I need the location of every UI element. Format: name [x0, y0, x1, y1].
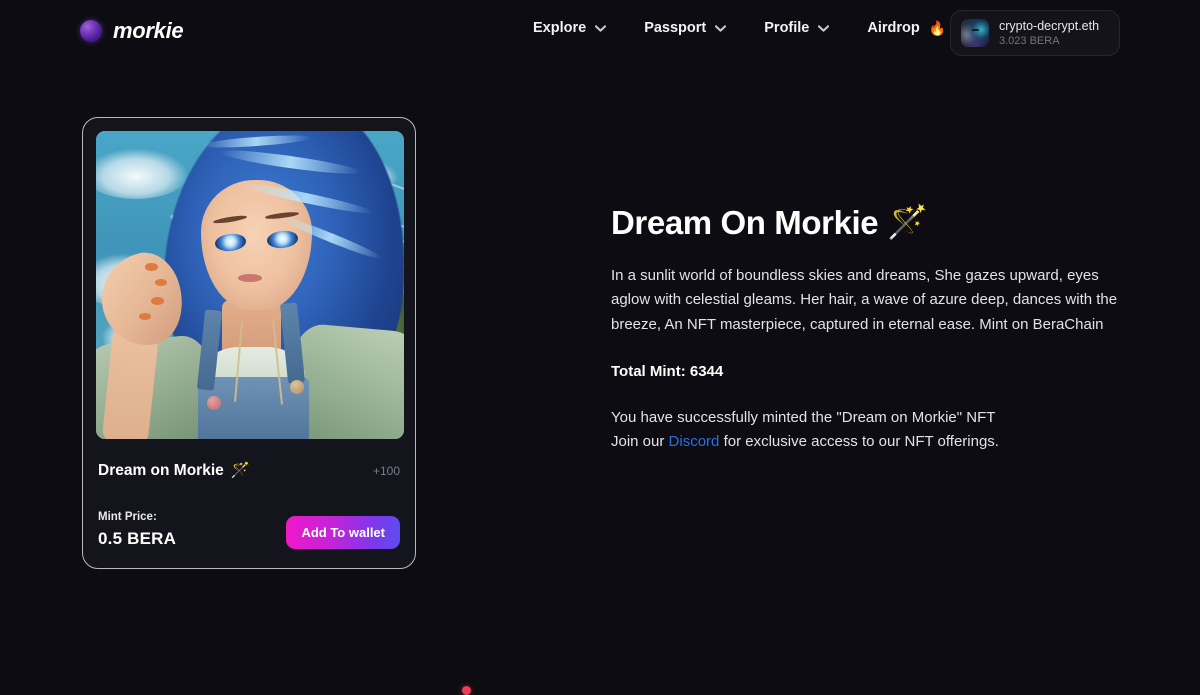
card-title: Dream on Morkie 🪄 [98, 461, 250, 480]
main-nav: Explore Passport Profile Airdrop 🔥 [533, 20, 967, 36]
nft-detail-pane: Dream On Morkie 🪄 In a sunlit world of b… [611, 203, 1141, 454]
mint-success-line: You have successfully minted the "Dream … [611, 408, 996, 426]
page-title-label: Dream On Morkie [611, 203, 879, 241]
magic-wand-icon: 🪄 [230, 462, 251, 479]
discord-invite-line: Join our Discord for exclusive access to… [611, 430, 1141, 454]
discord-link[interactable]: Discord [669, 433, 720, 450]
nav-item-explore[interactable]: Explore [533, 20, 607, 36]
nav-item-explore-label: Explore [533, 20, 587, 36]
mint-price-group: Mint Price: 0.5 BERA [98, 511, 176, 549]
total-mint-line: Total Mint: 6344 [611, 362, 724, 380]
add-to-wallet-button[interactable]: Add To wallet [286, 516, 400, 549]
mint-price-value: 0.5 BERA [98, 529, 177, 548]
wallet-text-group: crypto-decrypt.eth 3.023 BERA [999, 19, 1099, 47]
chevron-down-icon [595, 24, 607, 32]
card-title-row: Dream on Morkie 🪄 +100 [96, 461, 402, 480]
card-points-badge: +100 [372, 463, 400, 478]
nav-item-profile[interactable]: Profile [764, 20, 830, 36]
nft-artwork-image [96, 131, 404, 439]
brand-logo[interactable]: morkie [80, 18, 184, 44]
chevron-down-icon [818, 24, 830, 32]
nft-card[interactable]: Dream on Morkie 🪄 +100 Mint Price: 0.5 B… [82, 117, 416, 569]
artwork-fingernail [145, 263, 158, 271]
magic-wand-icon: 🪄 [887, 203, 928, 240]
mint-price-label: Mint Price: [98, 511, 157, 523]
chevron-down-icon [715, 24, 727, 32]
brand-name-label: morkie [113, 18, 184, 43]
nav-item-profile-label: Profile [764, 20, 810, 36]
morkie-orb-icon [80, 20, 102, 42]
nav-item-passport[interactable]: Passport [644, 20, 727, 36]
artwork-fingernail [151, 297, 164, 305]
artwork-fingernail [154, 278, 167, 287]
avatar-image [961, 19, 989, 47]
wallet-address-label: crypto-decrypt.eth [999, 19, 1100, 33]
nav-item-airdrop-label: Airdrop [867, 20, 920, 36]
avatar-visor [971, 28, 979, 32]
card-footer: Mint Price: 0.5 BERA Add To wallet [96, 511, 402, 549]
fire-icon: 🔥 [928, 20, 947, 36]
top-navigation-bar: morkie Explore Passport Profile Airdrop … [0, 0, 1200, 66]
join-suffix-label: for exclusive access to our NFT offering… [719, 432, 999, 450]
wallet-chip[interactable]: crypto-decrypt.eth 3.023 BERA [950, 10, 1120, 56]
nft-description: In a sunlit world of boundless skies and… [611, 267, 1118, 333]
card-title-label: Dream on Morkie [98, 461, 224, 479]
join-prefix-label: Join our [611, 432, 669, 450]
wallet-balance-label: 3.023 BERA [999, 35, 1060, 47]
mint-status-message: You have successfully minted the "Dream … [611, 406, 1141, 454]
avatar [961, 19, 989, 47]
artwork-pendant [206, 395, 221, 410]
page-title: Dream On Morkie 🪄 [611, 203, 1141, 242]
nav-item-passport-label: Passport [644, 20, 707, 36]
